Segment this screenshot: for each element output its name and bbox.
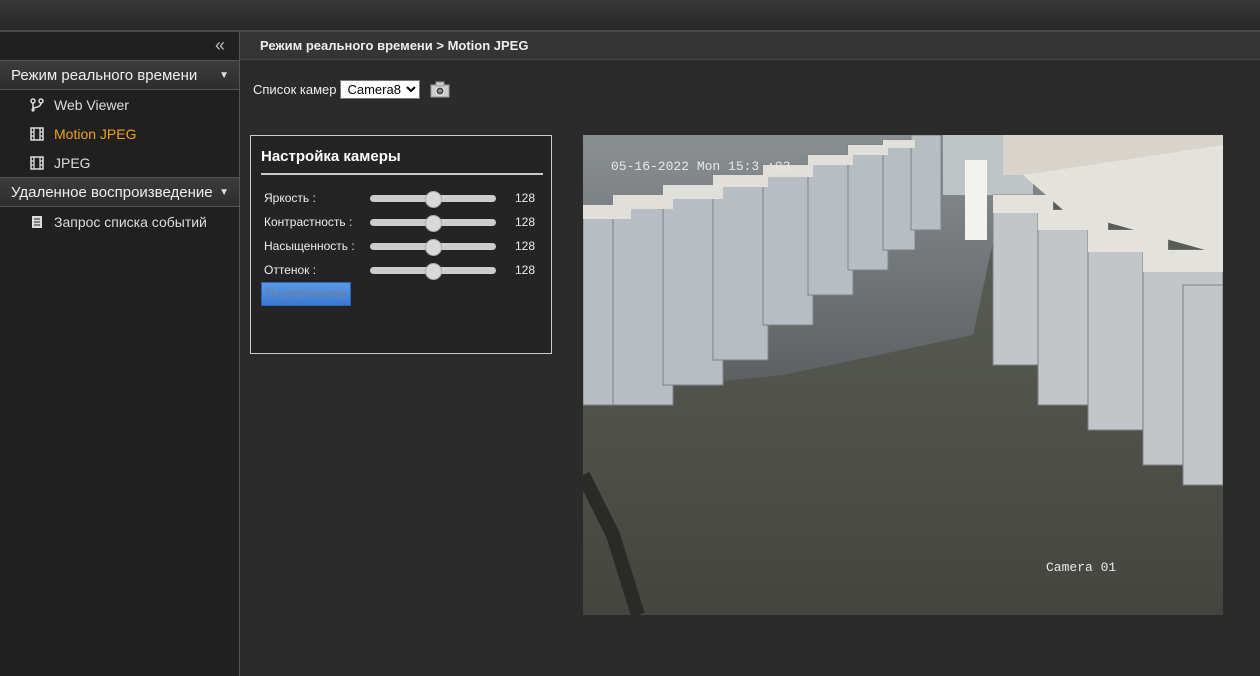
contrast-slider[interactable] [370, 215, 496, 232]
collapse-sidebar-icon[interactable]: « [0, 32, 239, 60]
default-button[interactable]: По умолчанию [261, 282, 351, 306]
slider-value: 128 [515, 215, 536, 229]
sidebar-item-web-viewer[interactable]: Web Viewer [0, 90, 239, 119]
slider-thumb[interactable] [425, 215, 443, 232]
caret-down-icon: ▼ [219, 187, 229, 198]
sidebar: « Режим реального времени ▼ Web Viewer M… [0, 32, 240, 676]
contrast-row: Контрастность : 128 [264, 213, 544, 232]
slider-value: 128 [515, 263, 536, 277]
section-playback-label: Удаленное воспроизведение [11, 183, 213, 201]
hue-slider[interactable] [370, 263, 496, 280]
warehouse-video-frame: 05-16-2022 Mon 15:3 :03 Camera 01 [583, 135, 1223, 615]
sidebar-item-jpeg[interactable]: JPEG [0, 148, 239, 177]
camera-snapshot-icon[interactable] [430, 80, 450, 98]
slider-value: 128 [515, 191, 536, 205]
slider-label: Яркость : [264, 191, 316, 205]
panel-title: Настройка камеры [261, 148, 543, 175]
slider-label: Контрастность : [264, 215, 353, 229]
saturation-slider[interactable] [370, 239, 496, 256]
sidebar-item-motion-jpeg[interactable]: Motion JPEG [0, 119, 239, 148]
slider-value: 128 [515, 239, 536, 253]
video-timestamp: 05-16-2022 Mon 15:3 :03 [611, 159, 790, 174]
camera-settings-panel: Настройка камеры Яркость : 128 Контрастн… [250, 135, 552, 354]
film-icon [30, 155, 44, 170]
section-live-label: Режим реального времени [11, 66, 198, 84]
sidebar-item-label: Web Viewer [54, 96, 129, 113]
brightness-slider[interactable] [370, 191, 496, 208]
hue-row: Оттенок : 128 [264, 261, 544, 280]
camera-list-label: Список камер [253, 81, 337, 97]
brightness-row: Яркость : 128 [264, 189, 544, 208]
slider-thumb[interactable] [425, 191, 443, 208]
branch-icon [30, 97, 44, 112]
sidebar-item-event-list[interactable]: Запрос списка событий [0, 207, 239, 236]
sidebar-item-label: Motion JPEG [54, 125, 137, 142]
sidebar-item-label: JPEG [54, 154, 91, 171]
camera-video-feed: 05-16-2022 Mon 15:3 :03 Camera 01 [583, 135, 1223, 615]
slider-label: Насыщенность : [264, 239, 355, 253]
saturation-row: Насыщенность : 128 [264, 237, 544, 256]
video-camera-name: Camera 01 [1046, 560, 1116, 575]
document-icon [32, 215, 42, 228]
section-playback[interactable]: Удаленное воспроизведение ▼ [0, 177, 239, 207]
slider-label: Оттенок : [264, 263, 317, 277]
camera-list-bar: Список камер Camera8 [253, 78, 450, 100]
caret-down-icon: ▼ [219, 70, 229, 81]
section-live[interactable]: Режим реального времени ▼ [0, 60, 239, 90]
camera-select[interactable]: Camera8 [340, 79, 421, 99]
breadcrumb: Режим реального времени > Motion JPEG [240, 32, 1260, 60]
sidebar-item-label: Запрос списка событий [54, 213, 207, 230]
slider-thumb[interactable] [425, 263, 443, 280]
film-icon [30, 126, 44, 141]
slider-thumb[interactable] [425, 239, 443, 256]
top-bar [0, 0, 1260, 32]
